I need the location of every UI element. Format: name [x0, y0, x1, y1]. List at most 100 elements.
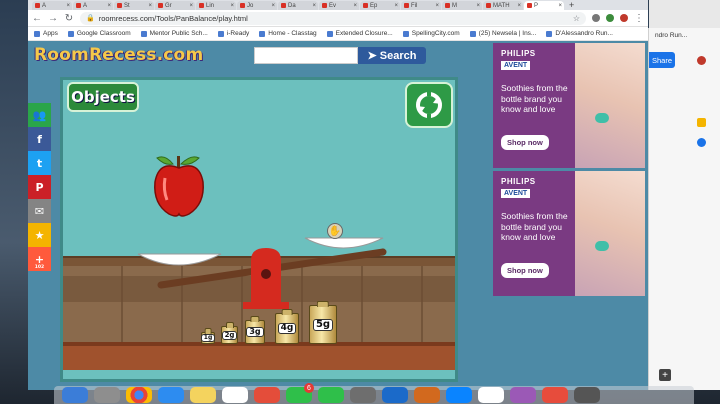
menu-kebab-icon[interactable]: ⋮	[634, 13, 644, 24]
bookmark-item[interactable]: Extended Closure...	[326, 30, 393, 37]
browser-tab[interactable]: Ep ×	[360, 1, 400, 10]
forward-arrow-icon[interactable]: →	[48, 13, 58, 24]
music-icon[interactable]	[542, 387, 568, 403]
weight-2g[interactable]: 2g	[221, 326, 238, 344]
profile-avatar-icon[interactable]	[620, 14, 628, 22]
browser-tab[interactable]: A ×	[73, 1, 113, 10]
browser-tab[interactable]: Fil ×	[401, 1, 441, 10]
left-pan	[137, 253, 222, 266]
bookmark-item[interactable]: (25) Newsela | Ins...	[469, 30, 536, 37]
system-preferences-icon[interactable]	[350, 387, 376, 403]
weight-4g[interactable]: 4g	[275, 313, 299, 344]
close-icon[interactable]: ×	[558, 3, 562, 9]
browser-tab[interactable]: Ev ×	[319, 1, 359, 10]
site-logo[interactable]: RoomRecess.com	[34, 45, 203, 65]
close-icon[interactable]: ×	[394, 3, 398, 9]
notes-icon[interactable]	[190, 387, 216, 403]
background-window-header	[649, 0, 720, 28]
reload-icon[interactable]: ↻	[64, 13, 74, 24]
facetime-icon[interactable]	[318, 387, 344, 403]
close-icon[interactable]: ×	[353, 3, 357, 9]
email-button[interactable]: ✉	[28, 199, 51, 223]
photos-icon[interactable]	[254, 387, 280, 403]
close-icon[interactable]: ×	[476, 3, 480, 9]
bookmark-item[interactable]: Apps	[34, 30, 58, 37]
browser-tab[interactable]: MATH ×	[483, 1, 523, 10]
search-input[interactable]	[254, 47, 358, 64]
podcasts-icon[interactable]	[510, 387, 536, 403]
extension-icon[interactable]	[606, 14, 614, 22]
address-bar[interactable]: 🔒 roomrecess.com/Tools/PanBalance/play.h…	[80, 11, 586, 25]
bookmark-item[interactable]: Mentor Public Sch...	[140, 30, 208, 37]
add-icon[interactable]: +	[659, 369, 671, 381]
close-icon[interactable]: ×	[107, 3, 111, 9]
browser-tab[interactable]: St ×	[114, 1, 154, 10]
apps-grid-icon	[34, 30, 40, 37]
powerpoint-icon[interactable]	[414, 387, 440, 403]
social-share-bar: 👥 f t P ✉ ★ +102	[28, 103, 51, 271]
launchpad-icon[interactable]	[94, 387, 120, 403]
tab-favicon-icon	[240, 3, 245, 8]
back-arrow-icon[interactable]: ←	[32, 13, 42, 24]
weight-5g[interactable]: 5g	[309, 305, 337, 344]
browser-tab[interactable]: Gr ×	[155, 1, 195, 10]
ad-banner-1[interactable]: PHILIPS AVENT Soothies from the bottle b…	[493, 43, 645, 168]
close-icon[interactable]: ×	[312, 3, 316, 9]
browser-tab[interactable]: Jo ×	[237, 1, 277, 10]
browser-tab[interactable]: P ×	[524, 1, 564, 10]
pinterest-button[interactable]: P	[28, 175, 51, 199]
objects-button[interactable]: Objects	[67, 82, 139, 112]
ad-shop-now-button[interactable]: Shop now	[501, 263, 549, 278]
twitter-button[interactable]: t	[28, 151, 51, 175]
pan-balance-game[interactable]: Objects ✋ 1g 2g 3g 4g 5g	[60, 77, 458, 382]
bookmark-item[interactable]: D'Alessandro Run...	[546, 30, 613, 37]
extension-icon[interactable]	[592, 14, 600, 22]
tasks-icon[interactable]	[697, 138, 706, 147]
reset-button[interactable]	[405, 82, 453, 128]
apple-object[interactable]	[151, 152, 207, 218]
close-icon[interactable]: ×	[230, 3, 234, 9]
safari-icon[interactable]	[158, 387, 184, 403]
close-icon[interactable]: ×	[435, 3, 439, 9]
bookmarks-bar: Apps Google Classroom Mentor Public Sch...…	[28, 27, 648, 41]
new-tab-button[interactable]: +	[565, 0, 578, 10]
browser-tab[interactable]: Lin ×	[196, 1, 236, 10]
bookmark-star-icon[interactable]: ☆	[573, 14, 580, 23]
share-button[interactable]: Share	[649, 52, 675, 68]
bookmark-item[interactable]: SpellingCity.com	[402, 30, 460, 37]
tab-label: Jo	[247, 2, 254, 9]
browser-tab[interactable]: Da ×	[278, 1, 318, 10]
search-button-label: Search	[379, 49, 417, 62]
close-icon[interactable]: ×	[148, 3, 152, 9]
facebook-button[interactable]: f	[28, 127, 51, 151]
search-button[interactable]: ➤ Search	[358, 47, 426, 64]
reminders-icon[interactable]	[222, 387, 248, 403]
chrome-icon[interactable]	[126, 387, 152, 403]
finder-icon[interactable]	[62, 387, 88, 403]
weight-1g[interactable]: 1g	[200, 332, 216, 344]
calendar-icon[interactable]	[478, 387, 504, 403]
weight-label: 1g	[200, 334, 216, 342]
background-window[interactable]: ndro Run... Share	[648, 0, 720, 390]
trash-icon[interactable]	[574, 387, 600, 403]
share-count-button[interactable]: 👥	[28, 103, 51, 127]
bookmark-item[interactable]: i-Ready	[217, 30, 249, 37]
app-store-icon[interactable]	[446, 387, 472, 403]
avatar[interactable]	[697, 56, 706, 65]
browser-tab[interactable]: M ×	[442, 1, 482, 10]
keep-icon[interactable]	[697, 118, 706, 127]
ad-banner-2[interactable]: PHILIPS AVENT Soothies from the bottle b…	[493, 171, 645, 296]
close-icon[interactable]: ×	[66, 3, 70, 9]
browser-tab[interactable]: A ×	[32, 1, 72, 10]
bookmark-item[interactable]: Home - Classtag	[259, 30, 317, 37]
bookmark-item[interactable]: Google Classroom	[67, 30, 131, 37]
close-icon[interactable]: ×	[271, 3, 275, 9]
favorite-button[interactable]: ★	[28, 223, 51, 247]
close-icon[interactable]: ×	[189, 3, 193, 9]
ad-shop-now-button[interactable]: Shop now	[501, 135, 549, 150]
weight-3g[interactable]: 3g	[245, 320, 265, 344]
more-share-button[interactable]: +102	[28, 247, 51, 271]
close-icon[interactable]: ×	[517, 3, 521, 9]
word-icon[interactable]	[382, 387, 408, 403]
messages-icon[interactable]: 6	[286, 383, 314, 403]
